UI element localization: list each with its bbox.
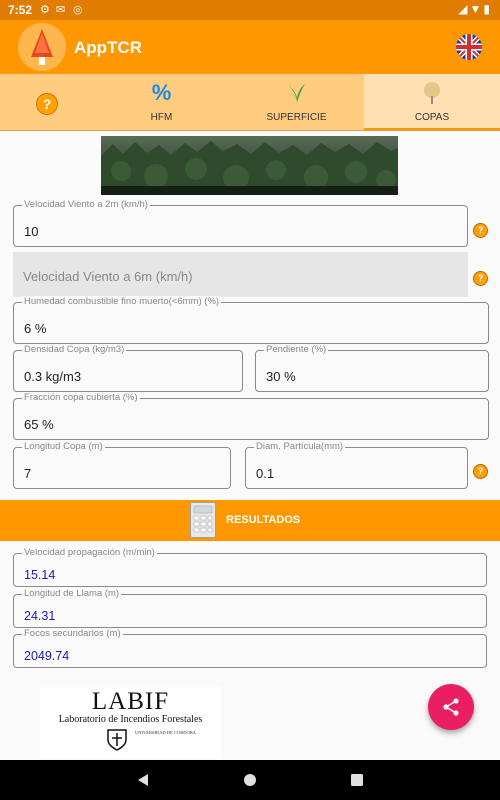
tab-bar: ? % HFM SUPERFICIE COPAS — [0, 74, 500, 131]
fraccion-copa-label: Fracción copa cubierta (%) — [22, 392, 140, 403]
mail-icon: ✉ — [56, 4, 66, 16]
gear-icon: ⚙ — [40, 4, 50, 16]
app-title: AppTCR — [74, 38, 142, 57]
longitud-llama-value: 24.31 — [24, 609, 56, 623]
longitud-llama-label: Longitud de Llama (m) — [22, 588, 122, 599]
status-time: 7:52 — [8, 3, 33, 17]
tree-icon — [424, 82, 440, 104]
results-header: RESULTADOS — [0, 500, 500, 541]
tab-hfm[interactable]: % HFM — [94, 74, 229, 130]
velocidad-2m-label: Velocidad Viento a 2m (km/h) — [22, 199, 150, 210]
labif-logo: LABIF Laboratorio de Incendios Forestale… — [40, 686, 221, 758]
status-bar: 7:52 ⚙ ✉ ◎ ◢▼▮ — [0, 0, 500, 20]
velocidad-2m-field[interactable]: Velocidad Viento a 2m (km/h) 10 — [13, 199, 468, 247]
longitud-copa-value: 7 — [24, 466, 32, 481]
back-icon[interactable] — [136, 773, 150, 787]
tab-superficie-label: SUPERFICIE — [266, 112, 327, 123]
help-icon[interactable]: ? — [473, 271, 488, 286]
diametro-particula-field[interactable]: Diam. Partícula(mm) 0.1 — [245, 441, 468, 489]
home-icon[interactable] — [243, 773, 257, 787]
tab-copas-label: COPAS — [414, 112, 450, 123]
grass-icon — [289, 84, 305, 103]
densidad-copa-field[interactable]: Densidad Copa (kg/m3) 0.3 kg/m3 — [13, 344, 243, 392]
sync-icon: ◎ — [73, 4, 83, 16]
pendiente-label: Pendiente (%) — [264, 344, 329, 355]
app-bar: AppTCR — [0, 20, 500, 74]
uk-flag-icon[interactable] — [456, 34, 482, 60]
fraccion-copa-value: 65 % — [24, 417, 54, 432]
university-name: UNIVERSIDAD DE CORDOBA — [135, 730, 197, 735]
velocidad-6m-placeholder: Velocidad Viento a 6m (km/h) — [23, 269, 193, 284]
tree-logo-icon — [18, 23, 66, 71]
university-crest-icon — [107, 729, 127, 751]
help-icon[interactable]: ? — [473, 223, 488, 238]
tab-superficie[interactable]: SUPERFICIE — [229, 74, 364, 130]
velocidad-2m-value: 10 — [24, 224, 39, 239]
wifi-icon: ▼ — [469, 2, 484, 16]
help-icon[interactable]: ? — [473, 464, 488, 479]
share-button[interactable] — [428, 684, 474, 730]
results-label: RESULTADOS — [226, 514, 301, 526]
velocidad-6m-field: Velocidad Viento a 6m (km/h) — [13, 252, 468, 297]
velocidad-propagacion-label: Velocidad propagación (m/min) — [22, 547, 157, 558]
tab-copas[interactable]: COPAS — [364, 74, 500, 130]
help-icon: ? — [36, 93, 58, 115]
recents-icon[interactable] — [350, 773, 364, 787]
share-icon — [443, 698, 459, 716]
focos-secundarios-value: 2049.74 — [24, 649, 70, 663]
longitud-copa-field[interactable]: Longitud Copa (m) 7 — [13, 441, 231, 489]
diametro-particula-label: Diam. Partícula(mm) — [254, 441, 346, 452]
humedad-field[interactable]: Humedad combustible fino muerto(<6mm) (%… — [13, 296, 489, 344]
battery-icon: ▮ — [483, 2, 492, 16]
diametro-particula-value: 0.1 — [256, 466, 275, 481]
velocidad-propagacion-result: Velocidad propagación (m/min) 15.14 — [13, 547, 487, 587]
focos-secundarios-label: Focos secundarios (m) — [22, 628, 123, 639]
densidad-copa-label: Densidad Copa (kg/m3) — [22, 344, 127, 355]
tab-help[interactable]: ? — [0, 74, 94, 130]
velocidad-propagacion-value: 15.14 — [24, 568, 56, 582]
labif-title: LABIF — [91, 688, 170, 715]
percent-icon: % — [151, 80, 172, 105]
humedad-label: Humedad combustible fino muerto(<6mm) (%… — [22, 296, 222, 307]
densidad-copa-value: 0.3 kg/m3 — [24, 369, 82, 384]
cell-signal-icon: ◢ — [458, 2, 470, 16]
forest-canopy-image — [101, 136, 398, 195]
labif-subtitle: Laboratorio de Incendios Forestales — [58, 714, 203, 725]
focos-secundarios-result: Focos secundarios (m) 2049.74 — [13, 628, 487, 668]
longitud-llama-result: Longitud de Llama (m) 24.31 — [13, 588, 487, 628]
fraccion-copa-field[interactable]: Fracción copa cubierta (%) 65 % — [13, 392, 489, 440]
calculator-icon — [190, 502, 216, 538]
pendiente-field[interactable]: Pendiente (%) 30 % — [255, 344, 489, 392]
tab-hfm-label: HFM — [150, 112, 173, 123]
longitud-copa-label: Longitud Copa (m) — [22, 441, 105, 452]
system-nav-bar — [0, 760, 500, 800]
pendiente-value: 30 % — [266, 369, 296, 384]
humedad-value: 6 % — [24, 321, 47, 336]
